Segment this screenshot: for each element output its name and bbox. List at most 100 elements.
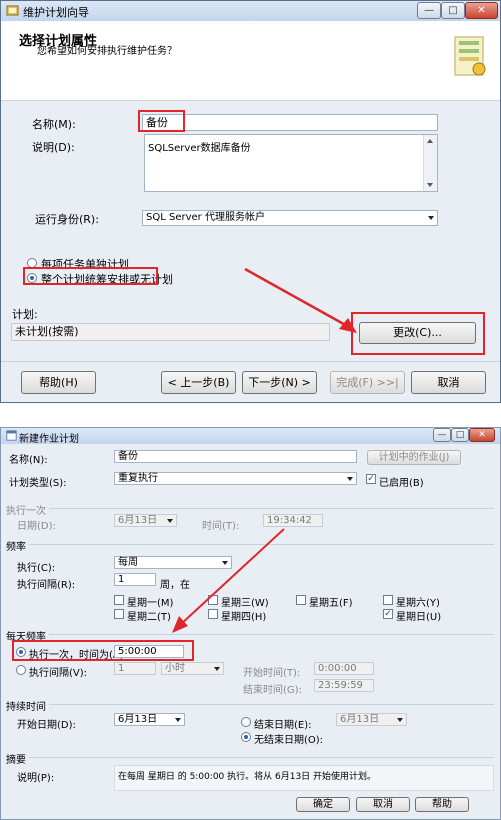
day-saturday-label: 星期六(Y) (396, 598, 440, 609)
help-button[interactable]: 帮助(H) (21, 371, 96, 394)
next-button[interactable]: 下一步(N) > (242, 371, 317, 394)
start-date-label: 开始日期(D): (17, 720, 76, 731)
start-time-field: 0:00:00 (314, 662, 374, 675)
day-friday-checkbox[interactable] (296, 595, 306, 605)
wizard-header: 选择计划属性 您希望如何安排执行维护任务？ (1, 21, 500, 101)
section-one-time: 执行一次 (6, 506, 46, 517)
cancel-button[interactable]: 取消 (411, 371, 486, 394)
name-label: 名称(M): (32, 118, 76, 131)
maximize-button[interactable]: □ (441, 2, 465, 19)
summary-divider (29, 757, 494, 758)
annotation-arrow (244, 267, 357, 333)
run-once-highlight-box (12, 640, 194, 661)
end-date-label: 结束日期(E): (254, 720, 312, 731)
single-schedule-highlight-box (23, 267, 158, 285)
day-friday-label: 星期五(F) (309, 598, 353, 609)
description-label: 说明(D): (32, 141, 75, 154)
day-sunday-label: 星期日(U) (396, 612, 442, 623)
end-date-picker: 6月13日 (336, 713, 407, 726)
job-name-label: 名称(N): (9, 455, 48, 466)
page-subtitle: 您希望如何安排执行维护任务？ (37, 46, 177, 57)
scroll-down-icon[interactable] (427, 183, 433, 187)
summary-label: 说明(P): (17, 773, 55, 784)
wizard-app-icon (6, 5, 19, 16)
run-as-label: 运行身份(R): (35, 213, 99, 226)
wizard-illustration-icon (454, 36, 486, 76)
schedule-label: 计划: (12, 308, 38, 321)
one-time-date-value: 6月13日 (118, 515, 158, 526)
schedule-type-label: 计划类型(S): (9, 478, 67, 489)
chevron-down-icon (428, 216, 434, 220)
enabled-label: 已启用(B) (379, 478, 424, 489)
wizard-title-bar[interactable]: 维护计划向导 — □ ✕ (1, 1, 500, 21)
interval-label: 执行间隔(R): (17, 580, 76, 591)
annotation-arrow-2 (172, 528, 285, 633)
day-sunday-checkbox[interactable]: ✓ (383, 609, 393, 619)
job-help-button[interactable]: 帮助 (415, 797, 469, 812)
run-every-stepper: 1 (114, 662, 156, 675)
chevron-down-icon (347, 476, 353, 481)
description-text: SQLServer数据库备份 (148, 143, 251, 154)
start-date-value: 6月13日 (118, 714, 158, 725)
calendar-dropdown-icon (175, 717, 181, 722)
job-cancel-button[interactable]: 取消 (356, 797, 410, 812)
day-saturday-checkbox[interactable] (383, 595, 393, 605)
daily-frequency-divider (49, 634, 494, 635)
day-tuesday-checkbox[interactable] (114, 609, 124, 619)
start-date-picker[interactable]: 6月13日 (114, 713, 185, 726)
duration-divider (49, 704, 494, 705)
radio-end-date[interactable] (241, 717, 251, 727)
section-summary: 摘要 (6, 755, 26, 766)
job-close-button[interactable]: ✕ (469, 428, 495, 442)
name-input[interactable]: 备份 (142, 114, 438, 131)
job-maximize-button[interactable]: □ (451, 428, 469, 442)
jobs-in-schedule-button[interactable]: 计划中的作业(J) (367, 450, 461, 465)
schedule-type-dropdown[interactable]: 重复执行 (114, 472, 357, 485)
job-name-input[interactable]: 备份 (114, 450, 357, 463)
calendar-dropdown-icon (167, 518, 173, 523)
minimize-button[interactable]: — (417, 2, 441, 19)
radio-no-end-date[interactable] (241, 732, 251, 742)
job-minimize-button[interactable]: — (433, 428, 451, 442)
schedule-app-icon (6, 430, 17, 441)
job-title: 新建作业计划 (19, 434, 79, 445)
section-frequency: 频率 (6, 542, 26, 553)
change-button-highlight-box (351, 312, 485, 355)
one-time-divider (49, 508, 494, 509)
run-every-unit: 小时 (165, 663, 185, 674)
run-every-unit-dropdown: 小时 (161, 662, 224, 675)
day-tuesday-label: 星期二(T) (127, 612, 171, 623)
run-every-label: 执行间隔(V): (29, 668, 88, 679)
no-end-date-label: 无结束日期(O): (254, 735, 324, 746)
section-duration: 持续时间 (6, 702, 46, 713)
run-as-value: SQL Server 代理服务帐户 (146, 212, 265, 223)
radio-run-every[interactable] (16, 665, 26, 675)
summary-text: 在每周 星期日 的 5:00:00 执行。将从 6月13日 开始使用计划。 (114, 765, 494, 791)
scroll-up-icon[interactable] (427, 139, 433, 143)
end-date-value: 6月13日 (340, 714, 380, 725)
enabled-checkbox[interactable]: ✓ (366, 474, 376, 484)
footer-divider (1, 361, 500, 362)
wizard-title: 维护计划向导 (23, 6, 89, 19)
description-textarea[interactable]: SQLServer数据库备份 (144, 134, 438, 192)
summary-value: 在每周 星期日 的 5:00:00 执行。将从 6月13日 开始使用计划。 (118, 772, 377, 782)
name-highlight-box (138, 110, 185, 132)
schedule-type-value: 重复执行 (118, 473, 158, 484)
description-scrollbar[interactable] (423, 135, 437, 191)
chevron-down-icon (214, 666, 220, 671)
finish-button[interactable]: 完成(F) >>| (330, 371, 405, 394)
previous-button[interactable]: < 上一步(B) (161, 371, 236, 394)
close-button[interactable]: ✕ (465, 2, 498, 19)
day-monday-checkbox[interactable] (114, 595, 124, 605)
job-title-bar[interactable]: 新建作业计划 — □ ✕ (1, 428, 500, 445)
interval-stepper[interactable]: 1 (114, 573, 156, 586)
run-as-dropdown[interactable]: SQL Server 代理服务帐户 (142, 210, 438, 226)
one-time-date-label: 日期(D): (17, 521, 56, 532)
end-time-field: 23:59:59 (314, 679, 374, 692)
ok-button[interactable]: 确定 (296, 797, 350, 812)
execute-value: 每周 (118, 557, 138, 568)
execute-label: 执行(C): (17, 563, 56, 574)
calendar-dropdown-icon (397, 717, 403, 722)
new-job-schedule-window: 新建作业计划 — □ ✕ 名称(N): 备份 计划中的作业(J) 计划类型(S)… (0, 427, 501, 820)
end-time-label: 结束时间(G): (243, 685, 302, 696)
